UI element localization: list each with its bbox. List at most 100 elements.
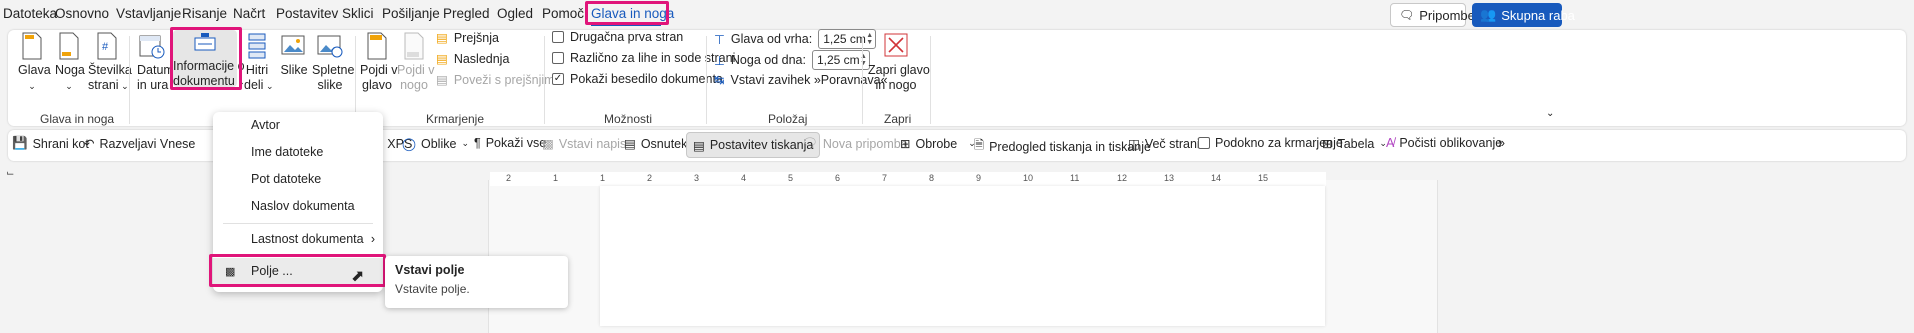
show-document-text-checkbox[interactable]: ✓ Pokaži besedilo dokumenta	[552, 72, 723, 86]
multiple-pages-button[interactable]: ◫ Več strani	[1128, 136, 1200, 152]
tab-vstavljanje[interactable]: Vstavljanje	[116, 6, 181, 21]
save-as-button[interactable]: 💾 Shrani kot	[12, 136, 89, 151]
glava-button[interactable]: Glava ⌄	[18, 32, 51, 94]
show-all-button[interactable]: ¶ Pokaži vse	[474, 136, 546, 150]
tab-datoteka[interactable]: Datoteka	[3, 6, 57, 21]
tab-osnovno[interactable]: Osnovno	[55, 6, 109, 21]
tab-sklici[interactable]: Sklici	[342, 6, 374, 21]
collapse-ribbon-icon[interactable]: ⌄	[1546, 108, 1554, 119]
shapes-button[interactable]: ◯ Oblike ⌄	[402, 136, 469, 152]
ruler-number: 11	[1070, 173, 1080, 183]
ruler-number: 5	[788, 173, 794, 183]
next-button[interactable]: ▤ Naslednja	[436, 51, 509, 67]
lastnost-dokumenta-label: Lastnost dokumenta	[251, 232, 364, 246]
tab-nacrt[interactable]: Načrt	[233, 6, 265, 21]
print-preview-button[interactable]: 🗎 Predogled tiskanja in tiskanje	[974, 136, 1151, 157]
pictures-button[interactable]: Slike	[280, 32, 308, 78]
draft-icon: ▤	[624, 137, 636, 151]
go-to-footer-button[interactable]: Pojdi v nogo	[397, 32, 435, 93]
document-page[interactable]	[600, 186, 1325, 326]
checkbox-unchecked	[1198, 137, 1210, 149]
tab-pomoc[interactable]: Pomoč	[542, 6, 584, 21]
postavitev-label: Postavitev tiskanja	[709, 138, 814, 152]
slike2-label: slike	[317, 78, 343, 92]
deli-label: deli	[244, 78, 264, 92]
menu-item-lastnost-dokumenta[interactable]: Lastnost dokumenta ›	[213, 226, 383, 252]
menu-item-pot-datoteke[interactable]: Pot datoteke	[213, 166, 383, 192]
menu-item-ime-datoteke[interactable]: Ime datoteke	[213, 139, 383, 165]
group-separator	[355, 36, 356, 124]
go-to-header-button[interactable]: Pojdi v glavo	[360, 32, 398, 93]
tab-pregled[interactable]: Pregled	[443, 6, 490, 21]
document-info-highlight-box	[170, 27, 242, 90]
checkbox-unchecked	[552, 31, 564, 43]
ruler-number: 2	[647, 173, 653, 183]
draft-button[interactable]: ▤ Osnutek	[624, 136, 687, 152]
tab-postavitev[interactable]: Postavitev	[276, 6, 338, 21]
pojdi-v-nogo-label-2: nogo	[400, 78, 428, 92]
table-button[interactable]: ⊞ Tabela ⌄	[1322, 136, 1387, 152]
link-to-previous-button[interactable]: ▤ Poveži s prejšnjim	[436, 72, 555, 88]
different-first-page-checkbox[interactable]: Drugačna prva stran	[552, 30, 683, 44]
shapes-icon: ◯	[402, 137, 416, 151]
header-from-top: ⊤ Glava od vrha: 1,25 cm ▲ ▼	[714, 29, 877, 49]
page-number-button[interactable]: # Številka strani ⌄	[88, 32, 132, 94]
more-commands-button[interactable]: »	[1498, 136, 1505, 150]
obrobe-label: Obrobe	[915, 136, 958, 151]
header-position-icon: ⊤	[714, 32, 725, 47]
online-pictures-button[interactable]: Spletne slike	[312, 32, 354, 93]
share-button[interactable]: 👥 Skupna raba	[1472, 3, 1575, 27]
zapri-label-2: in nogo	[875, 78, 917, 92]
go-to-header-icon	[367, 32, 387, 60]
predogled-label: Predogled tiskanja in tiskanje	[989, 139, 1151, 154]
previous-icon: ▤	[436, 31, 448, 45]
field-tooltip: Vstavi polje Vstavite polje.	[385, 256, 568, 308]
menu-item-avtor[interactable]: Avtor	[213, 112, 383, 138]
menu-item-naslov-dokumenta[interactable]: Naslov dokumenta	[213, 193, 383, 219]
comment-icon: 🗨	[1399, 8, 1415, 22]
ruler-number: 12	[1117, 173, 1128, 183]
checkmark-icon: ✓	[552, 73, 564, 85]
undo-button[interactable]: ↶ Razveljavi Vnese	[84, 136, 195, 152]
quick-parts-button[interactable]: Hitri deli ⌄	[244, 32, 274, 94]
print-preview-icon: 🗎	[974, 138, 985, 152]
ruler-number: 4	[741, 173, 747, 183]
header-icon	[22, 32, 42, 60]
chevron-down-icon: ⌄	[263, 81, 274, 91]
ruler-number: 13	[1164, 173, 1175, 183]
close-header-footer-button[interactable]: Zapri glavo in nogo	[868, 32, 930, 93]
noga-button[interactable]: Noga ⌄	[55, 32, 85, 94]
pokazi-vse-label: Pokaži vse	[485, 136, 547, 150]
tab-ogled[interactable]: Ogled	[497, 6, 533, 21]
group-separator	[930, 36, 931, 124]
new-comment-button[interactable]: 🗨 Nova pripomba	[802, 136, 908, 151]
ruler-number: 8	[929, 173, 935, 183]
chevron-right-icon: ›	[370, 232, 375, 246]
tab-selector-icon[interactable]: ⌙	[6, 168, 14, 179]
borders-button[interactable]: ⊞ Obrobe ⌄	[900, 136, 976, 152]
menu-divider	[223, 223, 373, 224]
tab-risanje[interactable]: Risanje	[182, 6, 227, 21]
group-separator	[129, 36, 130, 124]
stevilka-label: Številka	[88, 63, 132, 77]
date-time-button[interactable]: Datum in ura	[137, 32, 174, 93]
print-layout-button[interactable]: ▤ Postavitev tiskanja	[686, 132, 821, 158]
footer-position-value: 1,25 cm	[816, 53, 860, 67]
clear-formatting-button[interactable]: A̸ Počisti oblikovanje	[1386, 136, 1502, 150]
table-icon: ⊞	[1322, 137, 1333, 151]
insert-caption-button[interactable]: ▩ Vstavi napis	[542, 136, 627, 152]
tab-highlight-box	[585, 1, 669, 25]
comments-button[interactable]: 🗨 Pripombe	[1390, 3, 1475, 27]
horizontal-ruler[interactable]: 2 1 1 2 3 4 5 6 7 8 9 10 11 12 13 14 15	[490, 172, 1326, 186]
previous-button[interactable]: ▤ Prejšnja	[436, 30, 499, 46]
vstavi-napis-label: Vstavi napis	[558, 136, 627, 151]
document-info-dropdown: Avtor Ime datoteke Pot datoteke Naslov d…	[209, 112, 386, 292]
comments-label: Pripombe	[1419, 7, 1475, 23]
tab-posiljanje[interactable]: Pošiljanje	[382, 6, 440, 21]
different-odd-even-checkbox[interactable]: Različno za lihe in sode strani	[552, 51, 735, 65]
ruler-number: 14	[1211, 173, 1222, 183]
menu-bar: Datoteka Osnovno Vstavljanje Risanje Nač…	[0, 0, 1914, 30]
pojdi-v-glavo-label-1: Pojdi v	[360, 63, 398, 77]
share-icon: 👥	[1480, 7, 1497, 22]
svg-text:#: #	[102, 41, 109, 53]
